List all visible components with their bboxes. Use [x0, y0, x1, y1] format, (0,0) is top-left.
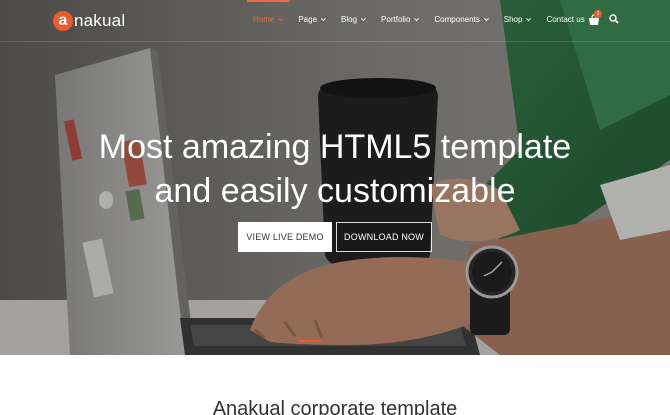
nav-item-blog[interactable]: Blog	[341, 15, 367, 24]
search-icon[interactable]	[609, 14, 619, 24]
nav-item-home[interactable]: Home	[246, 0, 291, 24]
nav-item-label: Contact us	[546, 15, 585, 24]
nav-item-label: Home	[253, 15, 275, 24]
hero-buttons: VIEW LIVE DEMO DOWNLOAD NOW	[238, 222, 432, 252]
hero-headline-line2: and easily customizable	[154, 172, 516, 210]
logo-mark: a	[53, 11, 73, 31]
main-menu: Home Page Blog Portfolio Components Shop	[246, 0, 599, 24]
hero-headline-line1: Most amazing HTML5 template	[98, 128, 572, 166]
nav-item-label: Shop	[503, 15, 523, 24]
nav-item-label: Page	[298, 15, 318, 24]
section-title: Anakual corporate template	[212, 398, 458, 415]
hero-section: a nakual Home Page Blog Portfolio Compon…	[0, 0, 670, 355]
view-live-demo-button[interactable]: VIEW LIVE DEMO	[238, 222, 332, 252]
nav-item-portfolio[interactable]: Portfolio	[381, 15, 420, 24]
nav-item-label: Blog	[341, 15, 358, 24]
chevron-down-icon	[483, 18, 489, 22]
chevron-down-icon	[526, 18, 532, 22]
nav-item-label: Components	[434, 15, 480, 24]
navbar-divider	[0, 41, 670, 42]
nav-item-components[interactable]: Components	[434, 15, 489, 24]
chevron-down-icon	[361, 18, 366, 22]
chevron-down-icon	[321, 18, 326, 22]
nav-item-contact[interactable]: Contact us	[546, 15, 584, 24]
nav-item-label: Portfolio	[381, 15, 411, 24]
hero-headline: Most amazing HTML5 template and easily c…	[0, 125, 670, 213]
chevron-down-icon	[278, 18, 284, 22]
download-now-button[interactable]: DOWNLOAD NOW	[336, 222, 432, 252]
brand-logo[interactable]: a nakual	[53, 10, 125, 32]
nav-item-shop[interactable]: Shop	[504, 15, 533, 24]
top-navbar: a nakual Home Page Blog Portfolio Compon…	[0, 0, 670, 42]
chevron-down-icon	[414, 18, 420, 22]
slider-indicator[interactable]	[298, 340, 322, 342]
nav-item-page[interactable]: Page	[298, 15, 327, 24]
logo-text: nakual	[74, 11, 126, 30]
cart-count-badge: 1	[594, 10, 602, 18]
